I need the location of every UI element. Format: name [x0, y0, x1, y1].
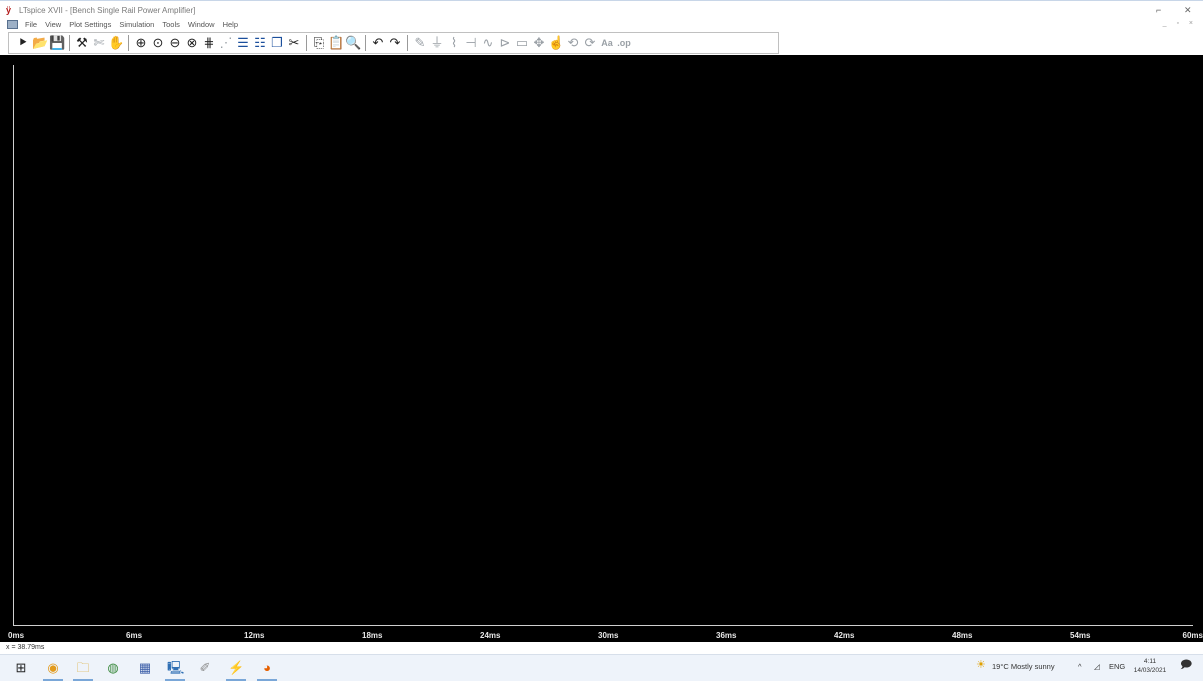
- x-tick-label: 24ms: [480, 631, 501, 640]
- capacitor-icon[interactable]: ⊣: [463, 35, 479, 51]
- status-bar: x = 38.79ms: [0, 642, 1203, 654]
- ground-icon[interactable]: ⏚: [429, 35, 445, 51]
- drag-icon[interactable]: ☝: [548, 35, 564, 51]
- pan-icon[interactable]: ✋: [108, 35, 124, 51]
- close-button[interactable]: ✕: [1184, 5, 1192, 16]
- x-tick-label: 60ms: [1182, 631, 1203, 640]
- rotate-icon[interactable]: ⟲: [565, 35, 581, 51]
- zoom-area-icon[interactable]: ⊙: [150, 35, 166, 51]
- component-icon[interactable]: ▭: [514, 35, 530, 51]
- zoom-out-icon[interactable]: ⊖: [167, 35, 183, 51]
- menu-window[interactable]: Window: [188, 20, 215, 29]
- resistor-icon[interactable]: ⌇: [446, 35, 462, 51]
- find-icon[interactable]: 🔍: [345, 35, 361, 51]
- chrome-icon[interactable]: ◍: [105, 660, 121, 676]
- start-icon[interactable]: ⊞: [13, 660, 29, 676]
- save-icon[interactable]: 💾: [49, 35, 65, 51]
- weather-icon[interactable]: ☀: [976, 660, 986, 671]
- redo-icon[interactable]: ↷: [387, 35, 403, 51]
- window-title: LTspice XVII - [Bench Single Rail Power …: [19, 6, 196, 15]
- zoom-in-icon[interactable]: ⊕: [133, 35, 149, 51]
- x-tick-label: 36ms: [716, 631, 737, 640]
- copy-icon[interactable]: ⎘: [311, 35, 327, 51]
- zoom-fit-icon[interactable]: ⊗: [184, 35, 200, 51]
- inductor-icon[interactable]: ∿: [480, 35, 496, 51]
- run-icon[interactable]: ⯈: [15, 35, 31, 51]
- toolbar-separator: [69, 35, 70, 51]
- title-bar[interactable]: ÿ LTspice XVII - [Bench Single Rail Powe…: [0, 4, 1203, 18]
- menu-items: File View Plot Settings Simulation Tools…: [25, 20, 238, 29]
- cut-icon[interactable]: ✂: [286, 35, 302, 51]
- toolbar-separator: [128, 35, 129, 51]
- taskbar: ⊞ ◉ 🗀 ◍ ▦ 🖳 ✐ ⚡ ◕ ☀ 19°C Mostly sunny ^ ◿ ENG 4:…: [0, 654, 1203, 681]
- document-icon[interactable]: [7, 20, 18, 29]
- x-tick-label: 42ms: [834, 631, 855, 640]
- x-tick-label: 18ms: [362, 631, 383, 640]
- weather-text[interactable]: 19°C Mostly sunny: [992, 662, 1055, 672]
- cascade-icon[interactable]: ❐: [269, 35, 285, 51]
- menu-view[interactable]: View: [45, 20, 61, 29]
- tile-horizontal-icon[interactable]: ☰: [235, 35, 251, 51]
- restore-button[interactable]: ⌐: [1156, 5, 1161, 16]
- clock-date: 14/03/2021: [1133, 667, 1167, 674]
- mdi-controls[interactable]: _ ▫ ×: [1163, 20, 1197, 27]
- mirror-icon[interactable]: ⟳: [582, 35, 598, 51]
- x-tick-label: 30ms: [598, 631, 619, 640]
- x-tick-label: 54ms: [1070, 631, 1091, 640]
- wire-icon[interactable]: ✎: [412, 35, 428, 51]
- spice-directive-icon[interactable]: .op: [616, 35, 632, 51]
- file-explorer-icon[interactable]: 🗀: [73, 660, 93, 681]
- clock[interactable]: 4:11 14/03/2021: [1128, 657, 1172, 675]
- undo-icon[interactable]: ↶: [370, 35, 386, 51]
- menu-help[interactable]: Help: [223, 20, 238, 29]
- language-indicator[interactable]: ENG: [1109, 662, 1125, 672]
- chrome-canary-icon[interactable]: ◉: [43, 660, 63, 681]
- menu-simulation[interactable]: Simulation: [119, 20, 154, 29]
- x-tick-label: 6ms: [126, 631, 143, 640]
- menu-bar: File View Plot Settings Simulation Tools…: [0, 18, 1203, 31]
- clock-time: 4:11: [1143, 658, 1157, 665]
- autorange-icon[interactable]: ⋕: [201, 35, 217, 51]
- move-icon[interactable]: ✥: [531, 35, 547, 51]
- cursor-position: x = 38.79ms: [6, 644, 45, 651]
- halt-icon[interactable]: ✄: [91, 35, 107, 51]
- toolbar: ⯈ 📂 💾 ⚒ ✄ ✋ ⊕ ⊙ ⊖ ⊗ ⋕ ⋰ ☰ ☷ ❐ ✂ ⎘ 📋 🔍 ↶ ↷ ✎ ⏚ ⌇ ⊣ ∿ ⊳ ▭ ✥ ☝ ⟲ ⟳ Aa .op: [8, 32, 779, 54]
- network-icon[interactable]: ◿: [1094, 662, 1100, 672]
- chevron-up-icon[interactable]: ^: [1078, 662, 1082, 672]
- notification-icon[interactable]: 🗩: [1180, 660, 1192, 671]
- x-tick-label: 0ms: [8, 631, 25, 640]
- open-icon[interactable]: 📂: [32, 35, 48, 51]
- ltspice-icon: ÿ: [6, 5, 12, 15]
- waveform-viewer[interactable]: 0ms 6ms 12ms 18ms 24ms 30ms 36ms 42ms 48ms 54ms 60…: [0, 55, 1203, 642]
- tool-icon[interactable]: ✐: [197, 660, 213, 676]
- x-tick-label: 12ms: [244, 631, 265, 640]
- text-icon[interactable]: Aa: [599, 35, 615, 51]
- menu-plot-settings[interactable]: Plot Settings: [69, 20, 111, 29]
- menu-tools[interactable]: Tools: [162, 20, 180, 29]
- calculator-icon[interactable]: ▦: [137, 660, 153, 676]
- toolbar-separator: [306, 35, 307, 51]
- x-tick-label: 48ms: [952, 631, 973, 640]
- toolbar-separator: [407, 35, 408, 51]
- diode-icon[interactable]: ⊳: [497, 35, 513, 51]
- paste-icon[interactable]: 📋: [328, 35, 344, 51]
- toolbar-separator: [365, 35, 366, 51]
- pick-visible-traces-icon[interactable]: ⋰: [218, 35, 234, 51]
- control-panel-icon[interactable]: ⚒: [74, 35, 90, 51]
- plot-area[interactable]: [13, 65, 1193, 626]
- toolbar-buttons: ⯈ 📂 💾 ⚒ ✄ ✋ ⊕ ⊙ ⊖ ⊗ ⋕ ⋰ ☰ ☷ ❐ ✂ ⎘ 📋 🔍 ↶ ↷ ✎ ⏚ ⌇ ⊣ ∿ ⊳ ▭ ✥ ☝ ⟲ ⟳ Aa .op: [15, 35, 632, 51]
- ltspice-icon[interactable]: ⚡: [226, 660, 246, 681]
- remote-desktop-icon[interactable]: 🖳: [165, 660, 185, 681]
- menu-file[interactable]: File: [25, 20, 37, 29]
- firefox-icon[interactable]: ◕: [257, 660, 277, 681]
- tile-vertical-icon[interactable]: ☷: [252, 35, 268, 51]
